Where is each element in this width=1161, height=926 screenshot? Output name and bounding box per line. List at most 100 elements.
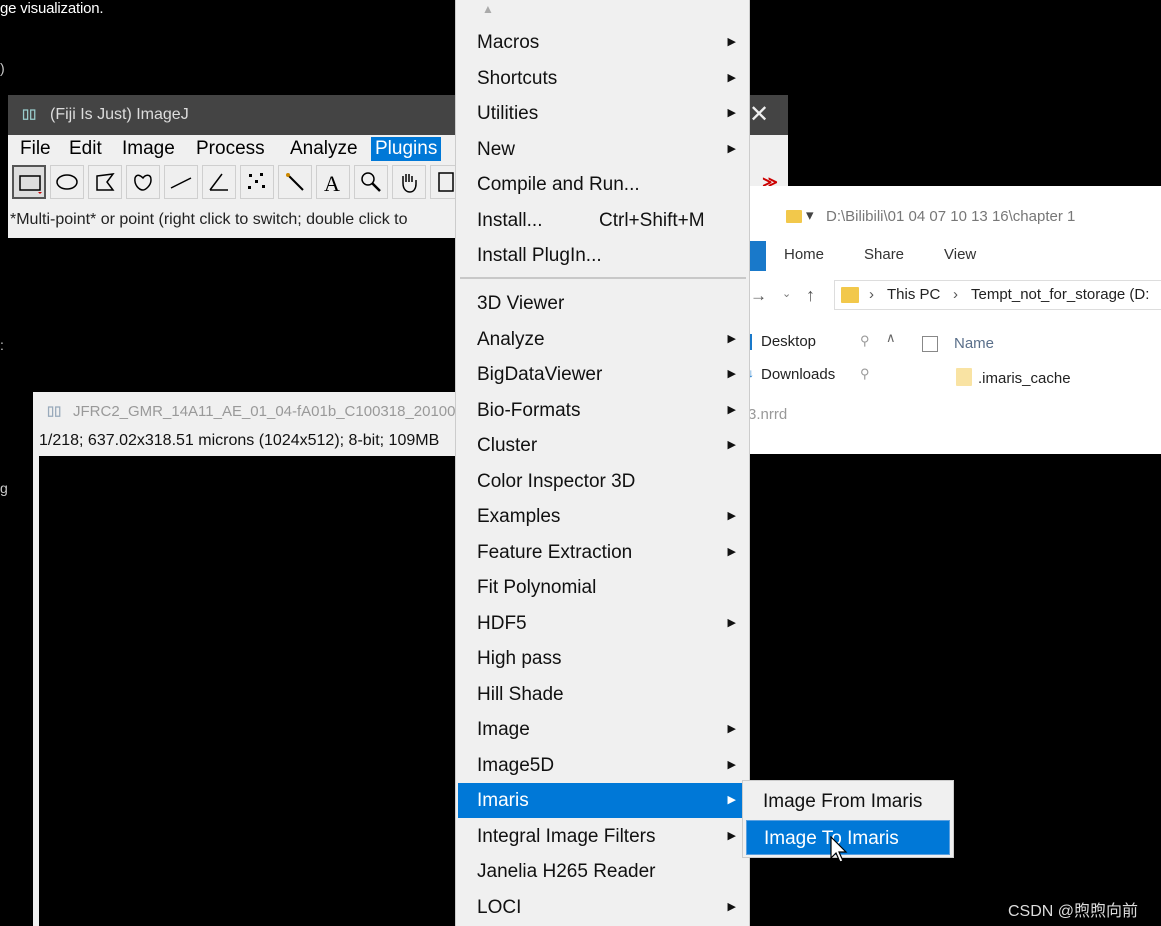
menu-item-compile-and-run[interactable]: Compile and Run...	[458, 167, 748, 202]
text-tool-icon[interactable]: A	[316, 165, 350, 199]
menu-item-new[interactable]: New ▶	[458, 132, 748, 167]
menu-item-shortcut: Ctrl+Shift+M	[599, 209, 705, 231]
image-window-titlebar[interactable]: ▯▯ JFRC2_GMR_14A11_AE_01_04-fA01b_C10031…	[33, 392, 473, 432]
address-segment[interactable]: This PC	[887, 286, 940, 303]
freehand-tool-icon[interactable]	[126, 165, 160, 199]
pin-icon[interactable]: ⚲	[860, 333, 870, 349]
select-all-checkbox[interactable]	[922, 336, 938, 352]
menu-image[interactable]: Image	[118, 137, 179, 161]
menu-item-label: Utilities	[477, 103, 539, 124]
ribbon-tab-share[interactable]: Share	[864, 246, 904, 263]
menu-item-examples[interactable]: Examples ▶	[458, 499, 748, 534]
menu-item-macros[interactable]: Macros ▶	[458, 25, 748, 60]
ribbon-tab-view[interactable]: View	[944, 246, 976, 263]
file-explorer-window: ▾ D:\Bilibili\01 04 07 10 13 16\chapter …	[748, 186, 1161, 454]
folder-icon	[841, 287, 859, 303]
oval-tool-icon[interactable]	[50, 165, 84, 199]
menu-item-label: Feature Extraction	[477, 541, 633, 563]
menu-item-utilities[interactable]: Utilities ▶	[458, 96, 748, 131]
menu-item-label: Install...	[477, 209, 543, 231]
menu-item-label: 3D Viewer	[477, 293, 565, 314]
zoom-tool-icon[interactable]	[354, 165, 388, 199]
address-field[interactable]: › This PC › Tempt_not_for_storage (D:	[834, 280, 1161, 310]
menu-item-3d-viewer[interactable]: 3D Viewer	[458, 286, 748, 321]
submenu-arrow-icon: ▶	[727, 723, 736, 735]
submenu-arrow-icon: ▶	[727, 439, 736, 451]
menu-item-color-inspector-3d[interactable]: Color Inspector 3D	[458, 464, 748, 499]
image-canvas[interactable]	[39, 456, 473, 926]
scroll-up-arrow-icon[interactable]: ▲	[482, 2, 496, 16]
file-item[interactable]: .imaris_cache	[978, 370, 1071, 387]
menu-item-install-plugin[interactable]: Install PlugIn...	[458, 238, 748, 273]
submenu-arrow-icon: ▶	[727, 758, 736, 771]
file-tab[interactable]	[748, 241, 766, 271]
multipoint-tool-icon[interactable]	[240, 165, 274, 199]
menu-item-label: Hill Shade	[477, 683, 564, 705]
menu-item-shortcuts[interactable]: Shortcuts ▶	[458, 61, 748, 96]
nav-item-downloads[interactable]: Downloads	[761, 366, 835, 383]
explorer-ribbon: Home Share View	[748, 241, 1161, 271]
forward-arrow-icon[interactable]: →	[750, 286, 767, 306]
submenu-arrow-icon: ▶	[727, 900, 736, 913]
angle-tool-icon[interactable]	[202, 165, 236, 199]
svg-text:A: A	[324, 171, 340, 194]
hand-tool-icon[interactable]	[392, 165, 426, 199]
menu-item-integral-image-filters[interactable]: Integral Image Filters ▶	[458, 819, 748, 854]
submenu-arrow-icon: ▶	[727, 36, 736, 48]
polygon-tool-icon[interactable]	[88, 165, 122, 199]
scroll-up-icon[interactable]: ∧	[886, 330, 896, 346]
column-header-name[interactable]: Name	[954, 335, 994, 352]
menu-item-label: Bio-Formats	[477, 399, 581, 421]
pin-icon[interactable]: ⚲	[860, 366, 870, 382]
menu-item-hill-shade[interactable]: Hill Shade	[458, 677, 748, 712]
menu-item-loci[interactable]: LOCI ▶	[458, 890, 748, 925]
menu-item-high-pass[interactable]: High pass	[458, 641, 748, 676]
menu-item-cluster[interactable]: Cluster ▶	[458, 428, 748, 463]
explorer-titlebar[interactable]: ▾ D:\Bilibili\01 04 07 10 13 16\chapter …	[748, 186, 1161, 246]
menu-item-image[interactable]: Image ▶	[458, 712, 748, 747]
watermark: CSDN @煦煦向前	[1008, 903, 1139, 920]
menu-analyze[interactable]: Analyze	[286, 137, 362, 161]
menu-item-feature-extraction[interactable]: Feature Extraction ▶	[458, 535, 748, 570]
menu-item-bio-formats[interactable]: Bio-Formats ▶	[458, 393, 748, 428]
menu-plugins[interactable]: Plugins	[371, 137, 442, 161]
menu-item-analyze[interactable]: Analyze ▶	[458, 322, 748, 357]
menu-item-label: Examples	[477, 506, 561, 527]
chevron-right-icon: ›	[869, 286, 874, 303]
menu-item-install[interactable]: Install... Ctrl+Shift+M	[458, 203, 748, 238]
nav-item-desktop[interactable]: Desktop	[761, 333, 816, 350]
edge-glyph: g	[0, 480, 8, 496]
menu-item-hdf5[interactable]: HDF5 ▶	[458, 606, 748, 641]
recent-dropdown-icon[interactable]: ⌄	[782, 287, 791, 300]
menu-item-bigdataviewer[interactable]: BigDataViewer ▶	[458, 357, 748, 392]
menu-item-label: HDF5	[477, 612, 527, 634]
up-arrow-icon[interactable]: ↑	[806, 285, 815, 306]
menu-item-label: Analyze	[477, 328, 545, 350]
address-segment[interactable]: Tempt_not_for_storage (D:	[971, 286, 1149, 303]
menu-file[interactable]: File	[16, 137, 55, 161]
plugins-dropdown-menu: ▲ Macros ▶ Shortcuts ▶ Utilities ▶ New ▶ Compile…	[455, 0, 750, 926]
menu-edit[interactable]: Edit	[65, 137, 106, 161]
menu-item-label: Cluster	[477, 435, 538, 456]
explorer-nav-pane: Desktop ⚲ ↓ Downloads ⚲ ∧	[748, 316, 898, 396]
rectangle-tool-icon[interactable]	[12, 165, 46, 199]
menu-item-janelia-h265-reader[interactable]: Janelia H265 Reader	[458, 854, 748, 889]
background-caption: ge visualization.	[0, 0, 104, 17]
menu-item-image-from-imaris[interactable]: Image From Imaris	[746, 784, 950, 819]
explorer-path: D:\Bilibili\01 04 07 10 13 16\chapter 1	[826, 208, 1076, 225]
line-tool-icon[interactable]	[164, 165, 198, 199]
wand-tool-icon[interactable]	[278, 165, 312, 199]
menu-process[interactable]: Process	[192, 137, 269, 161]
menu-separator	[460, 277, 746, 279]
submenu-arrow-icon: ▶	[727, 368, 736, 380]
menu-item-label: Fit Polynomial	[477, 577, 597, 598]
image-window: ▯▯ JFRC2_GMR_14A11_AE_01_04-fA01b_C10031…	[33, 392, 473, 926]
menu-item-image5d[interactable]: Image5D ▶	[458, 748, 748, 783]
menu-item-label: Imaris	[477, 790, 529, 811]
menu-item-label: LOCI	[477, 896, 522, 918]
menu-item-label: Install PlugIn...	[477, 245, 602, 266]
quick-access-dropdown-icon[interactable]: ▾	[806, 206, 814, 224]
menu-item-fit-polynomial[interactable]: Fit Polynomial	[458, 570, 748, 605]
menu-item-imaris[interactable]: Imaris ▶	[458, 783, 748, 818]
ribbon-tab-home[interactable]: Home	[784, 246, 824, 263]
